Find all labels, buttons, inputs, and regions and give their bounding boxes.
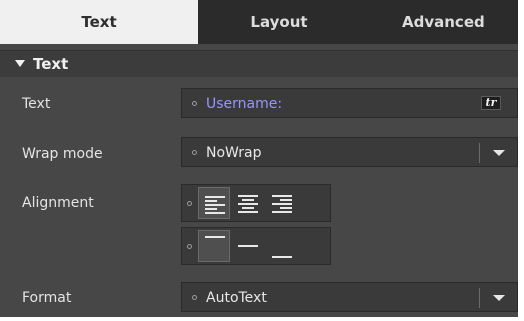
horizontal-alignment-group — [181, 184, 331, 222]
tab-text[interactable]: Text — [0, 0, 198, 44]
text-input[interactable]: Username: tr — [181, 88, 518, 118]
vertical-alignment-group — [181, 227, 331, 265]
properties-panel: Text Layout Advanced Text Text Username:… — [0, 0, 518, 317]
chevron-down-icon[interactable] — [493, 150, 505, 156]
format-value: AutoText — [206, 290, 267, 306]
tab-bar: Text Layout Advanced — [0, 0, 518, 44]
binding-indicator-icon[interactable] — [187, 244, 192, 249]
align-vcenter-icon — [238, 245, 258, 247]
align-top-icon — [205, 236, 225, 238]
binding-indicator-icon[interactable] — [192, 101, 197, 106]
text-input-value: Username: — [206, 96, 283, 112]
alignment-label: Alignment — [22, 195, 94, 211]
app-frame: Text Layout Advanced Text Text Username:… — [0, 0, 524, 321]
chevron-down-icon[interactable] — [493, 295, 505, 301]
align-center-icon — [238, 195, 258, 213]
align-top-button[interactable] — [198, 230, 230, 262]
section-title: Text — [33, 55, 69, 73]
translate-button[interactable]: tr — [481, 96, 501, 110]
align-left-button[interactable] — [198, 187, 230, 219]
combo-divider — [479, 288, 480, 308]
align-bottom-icon — [272, 256, 292, 258]
wrap-mode-combobox[interactable]: NoWrap — [181, 137, 518, 167]
format-combobox[interactable]: AutoText — [181, 282, 518, 312]
align-right-button[interactable] — [266, 187, 298, 219]
wrap-mode-value: NoWrap — [206, 145, 262, 161]
collapse-triangle-icon[interactable] — [15, 60, 25, 67]
format-label: Format — [22, 290, 72, 306]
wrap-mode-label: Wrap mode — [22, 146, 103, 162]
tab-advanced[interactable]: Advanced — [360, 0, 518, 44]
section-header-text[interactable]: Text — [0, 50, 518, 77]
align-bottom-button[interactable] — [266, 230, 298, 262]
align-left-icon — [205, 196, 225, 214]
combo-divider — [479, 143, 480, 163]
binding-indicator-icon[interactable] — [187, 201, 192, 206]
binding-indicator-icon[interactable] — [192, 295, 197, 300]
binding-indicator-icon[interactable] — [192, 150, 197, 155]
align-right-icon — [272, 195, 292, 213]
align-center-button[interactable] — [232, 187, 264, 219]
text-property-label: Text — [22, 96, 51, 112]
tab-layout[interactable]: Layout — [198, 0, 360, 44]
align-vcenter-button[interactable] — [232, 230, 264, 262]
